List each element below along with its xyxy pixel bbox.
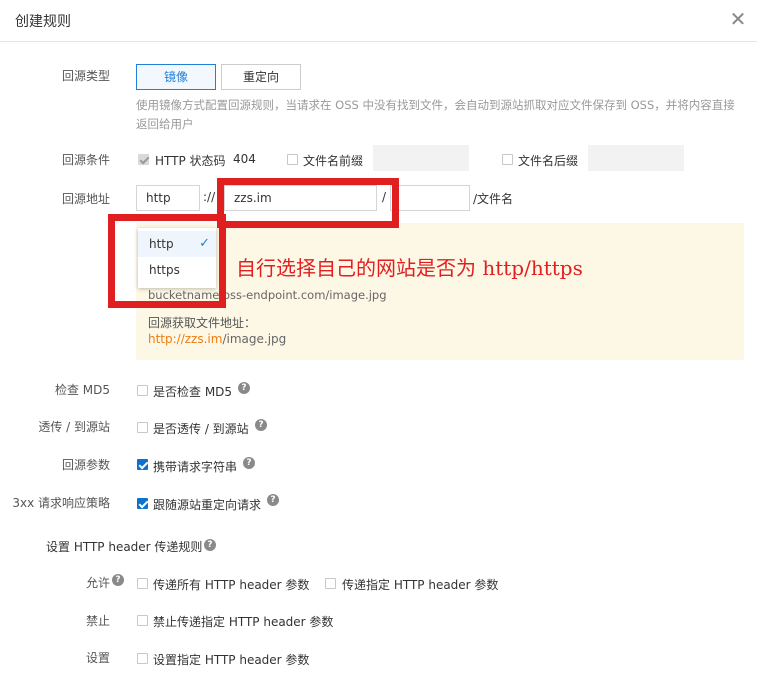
dropdown-option-https[interactable]: https bbox=[138, 257, 216, 283]
passthrough-option: 是否透传 / 到源站 bbox=[153, 422, 249, 436]
dropdown-option-http-label: http bbox=[149, 237, 174, 251]
dialog-title: 创建规则 bbox=[15, 14, 71, 30]
deny-option: 禁止传递指定 HTTP header 参数 bbox=[153, 615, 334, 629]
set-label: 设置 bbox=[85, 651, 110, 665]
status-code-label: HTTP 状态码 bbox=[155, 154, 226, 168]
deny-label: 禁止 bbox=[85, 614, 110, 628]
annotation-text: 自行选择自己的网站是否为 http/https bbox=[236, 256, 583, 280]
protocol-select[interactable]: http bbox=[136, 185, 200, 211]
redirect-option: 跟随源站重定向请求 bbox=[153, 498, 262, 512]
dialog-header bbox=[0, 0, 757, 42]
params-checkbox[interactable] bbox=[137, 459, 148, 470]
redirect-checkbox[interactable] bbox=[137, 498, 148, 509]
allow-label: 允许 bbox=[60, 574, 110, 591]
dropdown-option-https-label: https bbox=[149, 263, 180, 277]
params-option: 携带请求字符串 bbox=[153, 460, 238, 474]
set-checkbox[interactable] bbox=[137, 653, 148, 664]
suffix-input[interactable] bbox=[588, 145, 684, 171]
allow-all-option: 传递所有 HTTP header 参数 bbox=[153, 578, 310, 592]
protocol-separator: :// bbox=[203, 190, 216, 204]
fetch-url: http://zzs.im/image.jpg bbox=[148, 332, 286, 346]
condition-label: 回源条件 bbox=[61, 153, 110, 167]
md5-label: 检查 MD5 bbox=[54, 383, 110, 397]
allow-specific-checkbox[interactable] bbox=[325, 578, 336, 589]
redirect-button[interactable]: 重定向 bbox=[221, 64, 301, 90]
rule-type-label: 回源类型 bbox=[61, 69, 110, 83]
fetch-url-highlight: http://zzs.im bbox=[148, 332, 223, 346]
params-label: 回源参数 bbox=[61, 458, 110, 472]
help-icon[interactable]: ? bbox=[267, 494, 279, 506]
header-rules-label: 设置 HTTP header 传递规则 bbox=[46, 540, 203, 554]
protocol-dropdown: http ✓ https bbox=[138, 228, 216, 288]
help-icon[interactable]: ? bbox=[238, 382, 250, 394]
filename-suffix: /文件名 bbox=[473, 192, 514, 206]
prefix-input[interactable] bbox=[373, 145, 469, 171]
dropdown-option-http[interactable]: http ✓ bbox=[138, 231, 216, 257]
allow-all-checkbox[interactable] bbox=[137, 578, 148, 589]
fetch-label: 回源获取文件地址： bbox=[148, 316, 257, 330]
rule-type-description: 使用镜像方式配置回源规则，当请求在 OSS 中没有找到文件，会自动到源站抓取对应… bbox=[136, 98, 735, 131]
allow-label-text: 允许 bbox=[85, 576, 110, 590]
fetch-url-path: /image.jpg bbox=[222, 332, 287, 346]
close-icon[interactable]: ✕ bbox=[729, 8, 747, 30]
deny-checkbox[interactable] bbox=[137, 615, 148, 626]
annotation-box-domain bbox=[217, 178, 399, 228]
passthrough-label: 透传 / 到源站 bbox=[38, 420, 110, 434]
status-code-checkbox[interactable] bbox=[138, 154, 149, 165]
address-label: 回源地址 bbox=[61, 192, 110, 206]
suffix-label: 文件名后缀 bbox=[518, 154, 579, 168]
status-code-value: 404 bbox=[233, 152, 256, 166]
suffix-checkbox[interactable] bbox=[502, 154, 513, 165]
help-icon[interactable]: ? bbox=[204, 539, 216, 551]
md5-checkbox[interactable] bbox=[137, 385, 148, 396]
mirror-button[interactable]: 镜像 bbox=[136, 64, 216, 90]
redirect-policy-label: 3xx 请求响应策略 bbox=[12, 496, 110, 510]
check-icon: ✓ bbox=[199, 236, 210, 251]
prefix-label: 文件名前缀 bbox=[303, 154, 364, 168]
allow-specific-option: 传递指定 HTTP header 参数 bbox=[342, 578, 499, 592]
help-icon[interactable]: ? bbox=[243, 457, 255, 469]
set-option: 设置指定 HTTP header 参数 bbox=[153, 653, 310, 667]
prefix-checkbox[interactable] bbox=[287, 154, 298, 165]
help-icon[interactable]: ? bbox=[255, 419, 267, 431]
path-input[interactable] bbox=[390, 185, 470, 211]
help-icon[interactable]: ? bbox=[112, 574, 124, 586]
md5-option: 是否检查 MD5 bbox=[153, 385, 233, 399]
passthrough-checkbox[interactable] bbox=[137, 422, 148, 433]
